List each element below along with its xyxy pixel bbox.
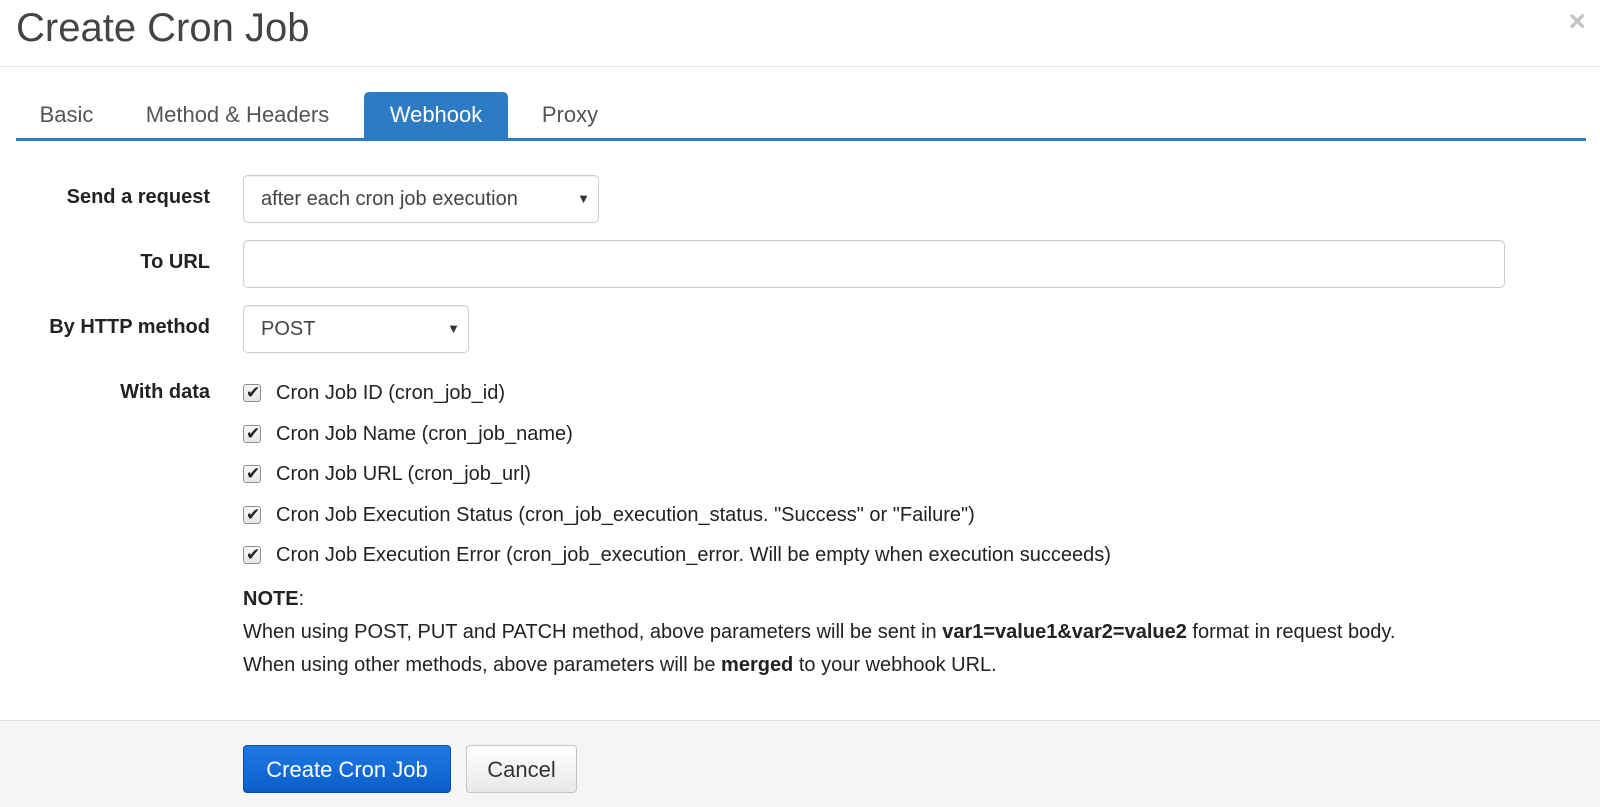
send-request-select[interactable]: after each cron job execution ▼	[243, 175, 599, 223]
checkbox-label: Cron Job ID (cron_job_id)	[276, 381, 505, 404]
to-url-input[interactable]	[243, 240, 1505, 288]
tab-proxy[interactable]: Proxy	[528, 92, 612, 139]
dialog-title: Create Cron Job	[16, 6, 310, 50]
send-request-value: after each cron job execution	[261, 188, 518, 210]
cron-job-url-checkbox[interactable]: ✔	[243, 464, 261, 483]
note-line-1-suffix: format in request body.	[1186, 621, 1396, 643]
execution-status-checkbox[interactable]: ✔	[243, 505, 261, 524]
note-line-2: When using other methods, above paramete…	[243, 649, 1543, 682]
check-icon: ✔	[246, 464, 261, 483]
checkbox-row-cron-job-url: ✔ Cron Job URL (cron_job_url)	[243, 460, 531, 488]
checkbox-label: Cron Job Name (cron_job_name)	[276, 422, 573, 445]
tab-bar: Basic Method & Headers Webhook Proxy	[16, 92, 1586, 141]
checkbox-row-execution-error: ✔ Cron Job Execution Error (cron_job_exe…	[243, 541, 1111, 569]
check-icon: ✔	[246, 505, 261, 524]
note-line-1-text: When using POST, PUT and PATCH method, a…	[243, 621, 943, 643]
cancel-button[interactable]: Cancel	[466, 745, 577, 793]
note-heading-line: NOTE:	[243, 588, 305, 610]
send-request-label: Send a request	[66, 186, 210, 208]
http-method-label: By HTTP method	[49, 316, 210, 338]
tab-method-headers[interactable]: Method & Headers	[140, 92, 335, 139]
to-url-label: To URL	[140, 251, 210, 273]
http-method-value: POST	[261, 318, 316, 340]
checkbox-row-cron-job-name: ✔ Cron Job Name (cron_job_name)	[243, 420, 573, 448]
http-method-select[interactable]: POST ▼	[243, 305, 469, 353]
with-data-label: With data	[120, 381, 210, 403]
checkbox-row-execution-status: ✔ Cron Job Execution Status (cron_job_ex…	[243, 501, 975, 529]
webhook-note: NOTE: When using POST, PUT and PATCH met…	[243, 583, 1543, 682]
cron-job-name-checkbox[interactable]: ✔	[243, 424, 261, 443]
check-icon: ✔	[246, 545, 261, 564]
dialog-header: Create Cron Job ×	[0, 0, 1600, 67]
checkbox-label: Cron Job Execution Status (cron_job_exec…	[276, 503, 975, 526]
note-line-2-text: When using other methods, above paramete…	[243, 654, 722, 676]
chevron-down-icon: ▼	[577, 191, 590, 206]
tab-webhook[interactable]: Webhook	[364, 92, 508, 139]
note-line-1-format: var1=value1&var2=value2	[942, 621, 1187, 643]
note-line-2-merged: merged	[721, 654, 794, 676]
dialog-footer: Create Cron Job Cancel	[0, 720, 1600, 807]
note-heading: NOTE	[243, 588, 299, 610]
cron-job-id-checkbox[interactable]: ✔	[243, 383, 261, 402]
checkbox-row-cron-job-id: ✔ Cron Job ID (cron_job_id)	[243, 379, 505, 407]
execution-error-checkbox[interactable]: ✔	[243, 545, 261, 564]
check-icon: ✔	[246, 424, 261, 443]
chevron-down-icon: ▼	[447, 321, 460, 336]
check-icon: ✔	[246, 383, 261, 402]
note-line-1: When using POST, PUT and PATCH method, a…	[243, 616, 1543, 649]
create-cron-job-button[interactable]: Create Cron Job	[243, 745, 451, 793]
create-cron-job-dialog: Create Cron Job × Basic Method & Headers…	[0, 0, 1600, 807]
close-icon[interactable]: ×	[1568, 4, 1586, 40]
checkbox-label: Cron Job Execution Error (cron_job_execu…	[276, 543, 1111, 566]
note-line-2-suffix: to your webhook URL.	[793, 654, 997, 676]
tab-basic[interactable]: Basic	[16, 92, 117, 139]
checkbox-label: Cron Job URL (cron_job_url)	[276, 462, 531, 485]
